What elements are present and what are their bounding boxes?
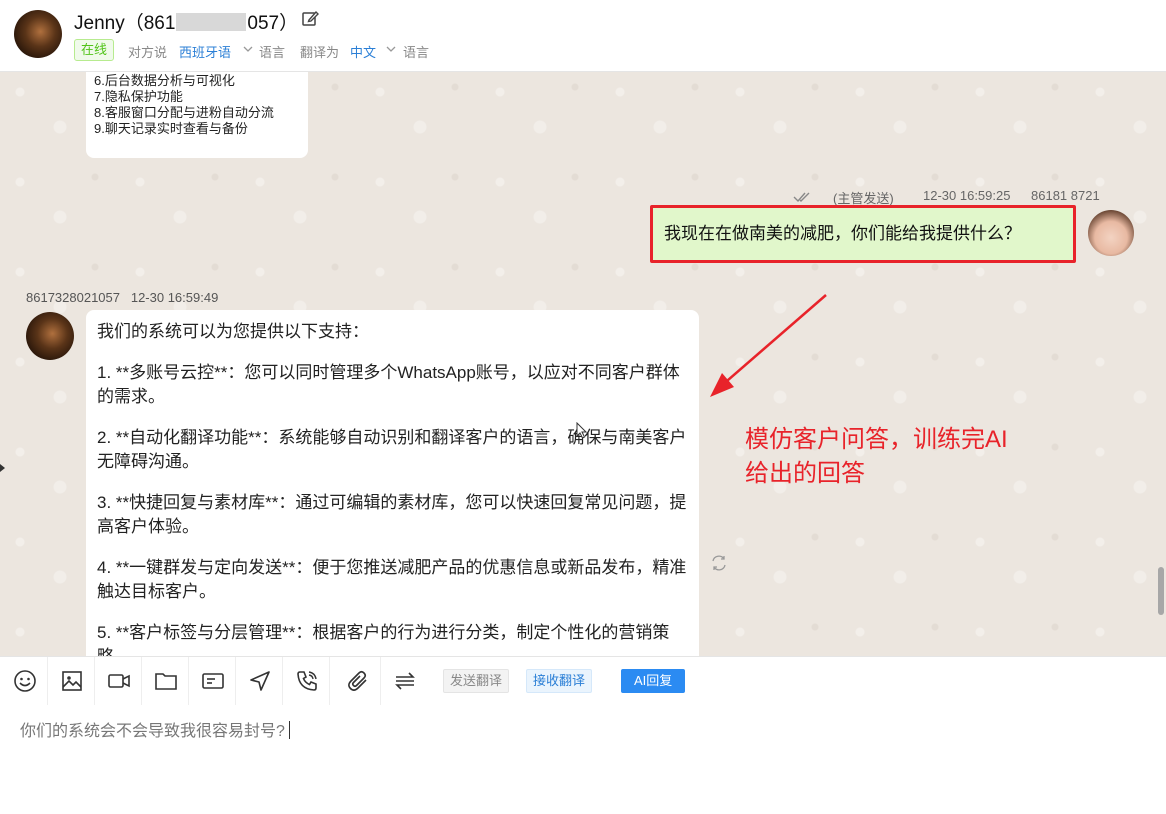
swap-icon: [395, 672, 415, 690]
previous-message-line: 7.隐私保护功能: [94, 89, 183, 104]
message-input-value: 你们的系统会不会导致我很容易封号?: [20, 723, 285, 740]
image-button[interactable]: [49, 657, 95, 705]
reply-paragraph: 4. **一键群发与定向发送**：便于您推送减肥产品的优惠信息或新品发布，精准触…: [97, 558, 687, 601]
paperclip-icon: [347, 670, 367, 691]
double-check-icon: [793, 192, 810, 203]
mouse-cursor-icon: [576, 422, 588, 439]
attach-button[interactable]: [335, 657, 381, 705]
video-button[interactable]: [96, 657, 142, 705]
call-button[interactable]: [284, 657, 330, 705]
send-location-icon: [249, 671, 270, 691]
annotation-arrow: [710, 294, 827, 397]
location-button[interactable]: [237, 657, 283, 705]
contact-name: Jenny（861 057）: [74, 8, 298, 35]
receive-translate-toggle[interactable]: 接收翻译: [526, 669, 593, 693]
emoji-button[interactable]: [2, 657, 48, 705]
compose-toolbar: 发送翻译 接收翻译 AI回复: [0, 656, 1166, 706]
phone-icon: [296, 671, 317, 691]
outgoing-message-bubble: 我现在在做南美的减肥，你们能给我提供什么？: [650, 205, 1076, 263]
folder-button[interactable]: [143, 657, 189, 705]
their-lang-select[interactable]: 西班牙语: [179, 42, 231, 61]
send-translate-toggle[interactable]: 发送翻译: [443, 669, 510, 693]
chat-header: Jenny（861 057） 在线 对方说 西班牙语 语言 翻译为 中文 语言: [0, 0, 1166, 72]
contact-card-button[interactable]: [190, 657, 236, 705]
translate-to-label: 翻译为: [300, 45, 340, 60]
folder-icon: [154, 673, 177, 690]
emoji-icon: [13, 670, 36, 692]
retranslate-icon[interactable]: [710, 554, 728, 572]
outgoing-timestamp: 12-30 16:59:25: [923, 188, 1011, 203]
chat-messages[interactable]: 5.客户标签与分层管理6.后台数据分析与可视化7.隐私保护功能8.客服窗口分配与…: [0, 72, 1166, 656]
reply-paragraph: 1. **多账号云控**：您可以同时管理多个WhatsApp账号，以应对不同客户…: [97, 363, 680, 406]
incoming-timestamp: 12-30 16:59:49: [130, 290, 219, 305]
previous-message-line: 6.后台数据分析与可视化: [94, 73, 235, 88]
incoming-sender-number: 8617328021057: [26, 290, 120, 305]
annotation-line-1: 模仿客户问答，训练完AI: [745, 426, 1008, 453]
chevron-down-icon[interactable]: [243, 44, 253, 54]
previous-message-line: 9.聊天记录实时查看与备份: [94, 121, 248, 136]
reply-paragraph: 2. **自动化翻译功能**：系统能够自动识别和翻译客户的语言，确保与南美客户无…: [97, 428, 687, 471]
previous-message-line: 8.客服窗口分配与进粉自动分流: [94, 105, 274, 120]
annotation-text: 模仿客户问答，训练完AI 给出的回答: [745, 423, 1008, 491]
contact-name-tail: 057）: [247, 13, 299, 34]
outgoing-sender: 86181 8721: [1031, 188, 1100, 203]
lang-suffix-label: 语言: [259, 45, 286, 60]
lang-suffix-label: 语言: [403, 45, 430, 60]
ai-reply-button[interactable]: AI回复: [621, 669, 686, 693]
annotation-line-2: 给出的回答: [745, 460, 865, 487]
reply-paragraph: 5. **客户标签与分层管理**：根据客户的行为进行分类，制定个性化的营销策略。: [97, 623, 670, 656]
contact-avatar[interactable]: [14, 10, 62, 58]
text-caret: [288, 721, 290, 739]
translate-to-select[interactable]: 中文: [350, 42, 376, 61]
chat-scrollbar[interactable]: [1158, 567, 1164, 615]
reply-paragraph: 3. **快捷回复与素材库**：通过可编辑的素材库，您可以快速回复常见问题，提高…: [97, 493, 687, 536]
card-icon: [201, 673, 224, 689]
image-icon: [61, 671, 82, 691]
message-input-area[interactable]: 你们的系统会不会导致我很容易封号?: [0, 705, 1166, 814]
message-input[interactable]: 你们的系统会不会导致我很容易封号?: [20, 717, 290, 741]
collapse-arrow-icon[interactable]: [0, 464, 5, 472]
edit-icon[interactable]: [301, 10, 319, 28]
reply-intro: 我们的系统可以为您提供以下支持：: [97, 322, 369, 341]
previous-message-bubble: 5.客户标签与分层管理6.后台数据分析与可视化7.隐私保护功能8.客服窗口分配与…: [86, 72, 308, 158]
redacted-phone: [176, 13, 247, 31]
online-status-badge: 在线: [74, 39, 115, 61]
video-icon: [107, 674, 130, 688]
quick-reply-button[interactable]: [382, 657, 428, 705]
incoming-message-bubble: 我们的系统可以为您提供以下支持： 1. **多账号云控**：您可以同时管理多个Wh…: [86, 310, 699, 656]
agent-avatar[interactable]: [1088, 210, 1134, 256]
their-lang-label: 对方说: [128, 45, 168, 60]
contact-name-head: Jenny（861: [74, 13, 176, 34]
chevron-down-icon[interactable]: [386, 44, 396, 54]
contact-avatar-small[interactable]: [26, 312, 74, 360]
incoming-sender: 8617328021057 12-30 16:59:49: [26, 290, 218, 305]
